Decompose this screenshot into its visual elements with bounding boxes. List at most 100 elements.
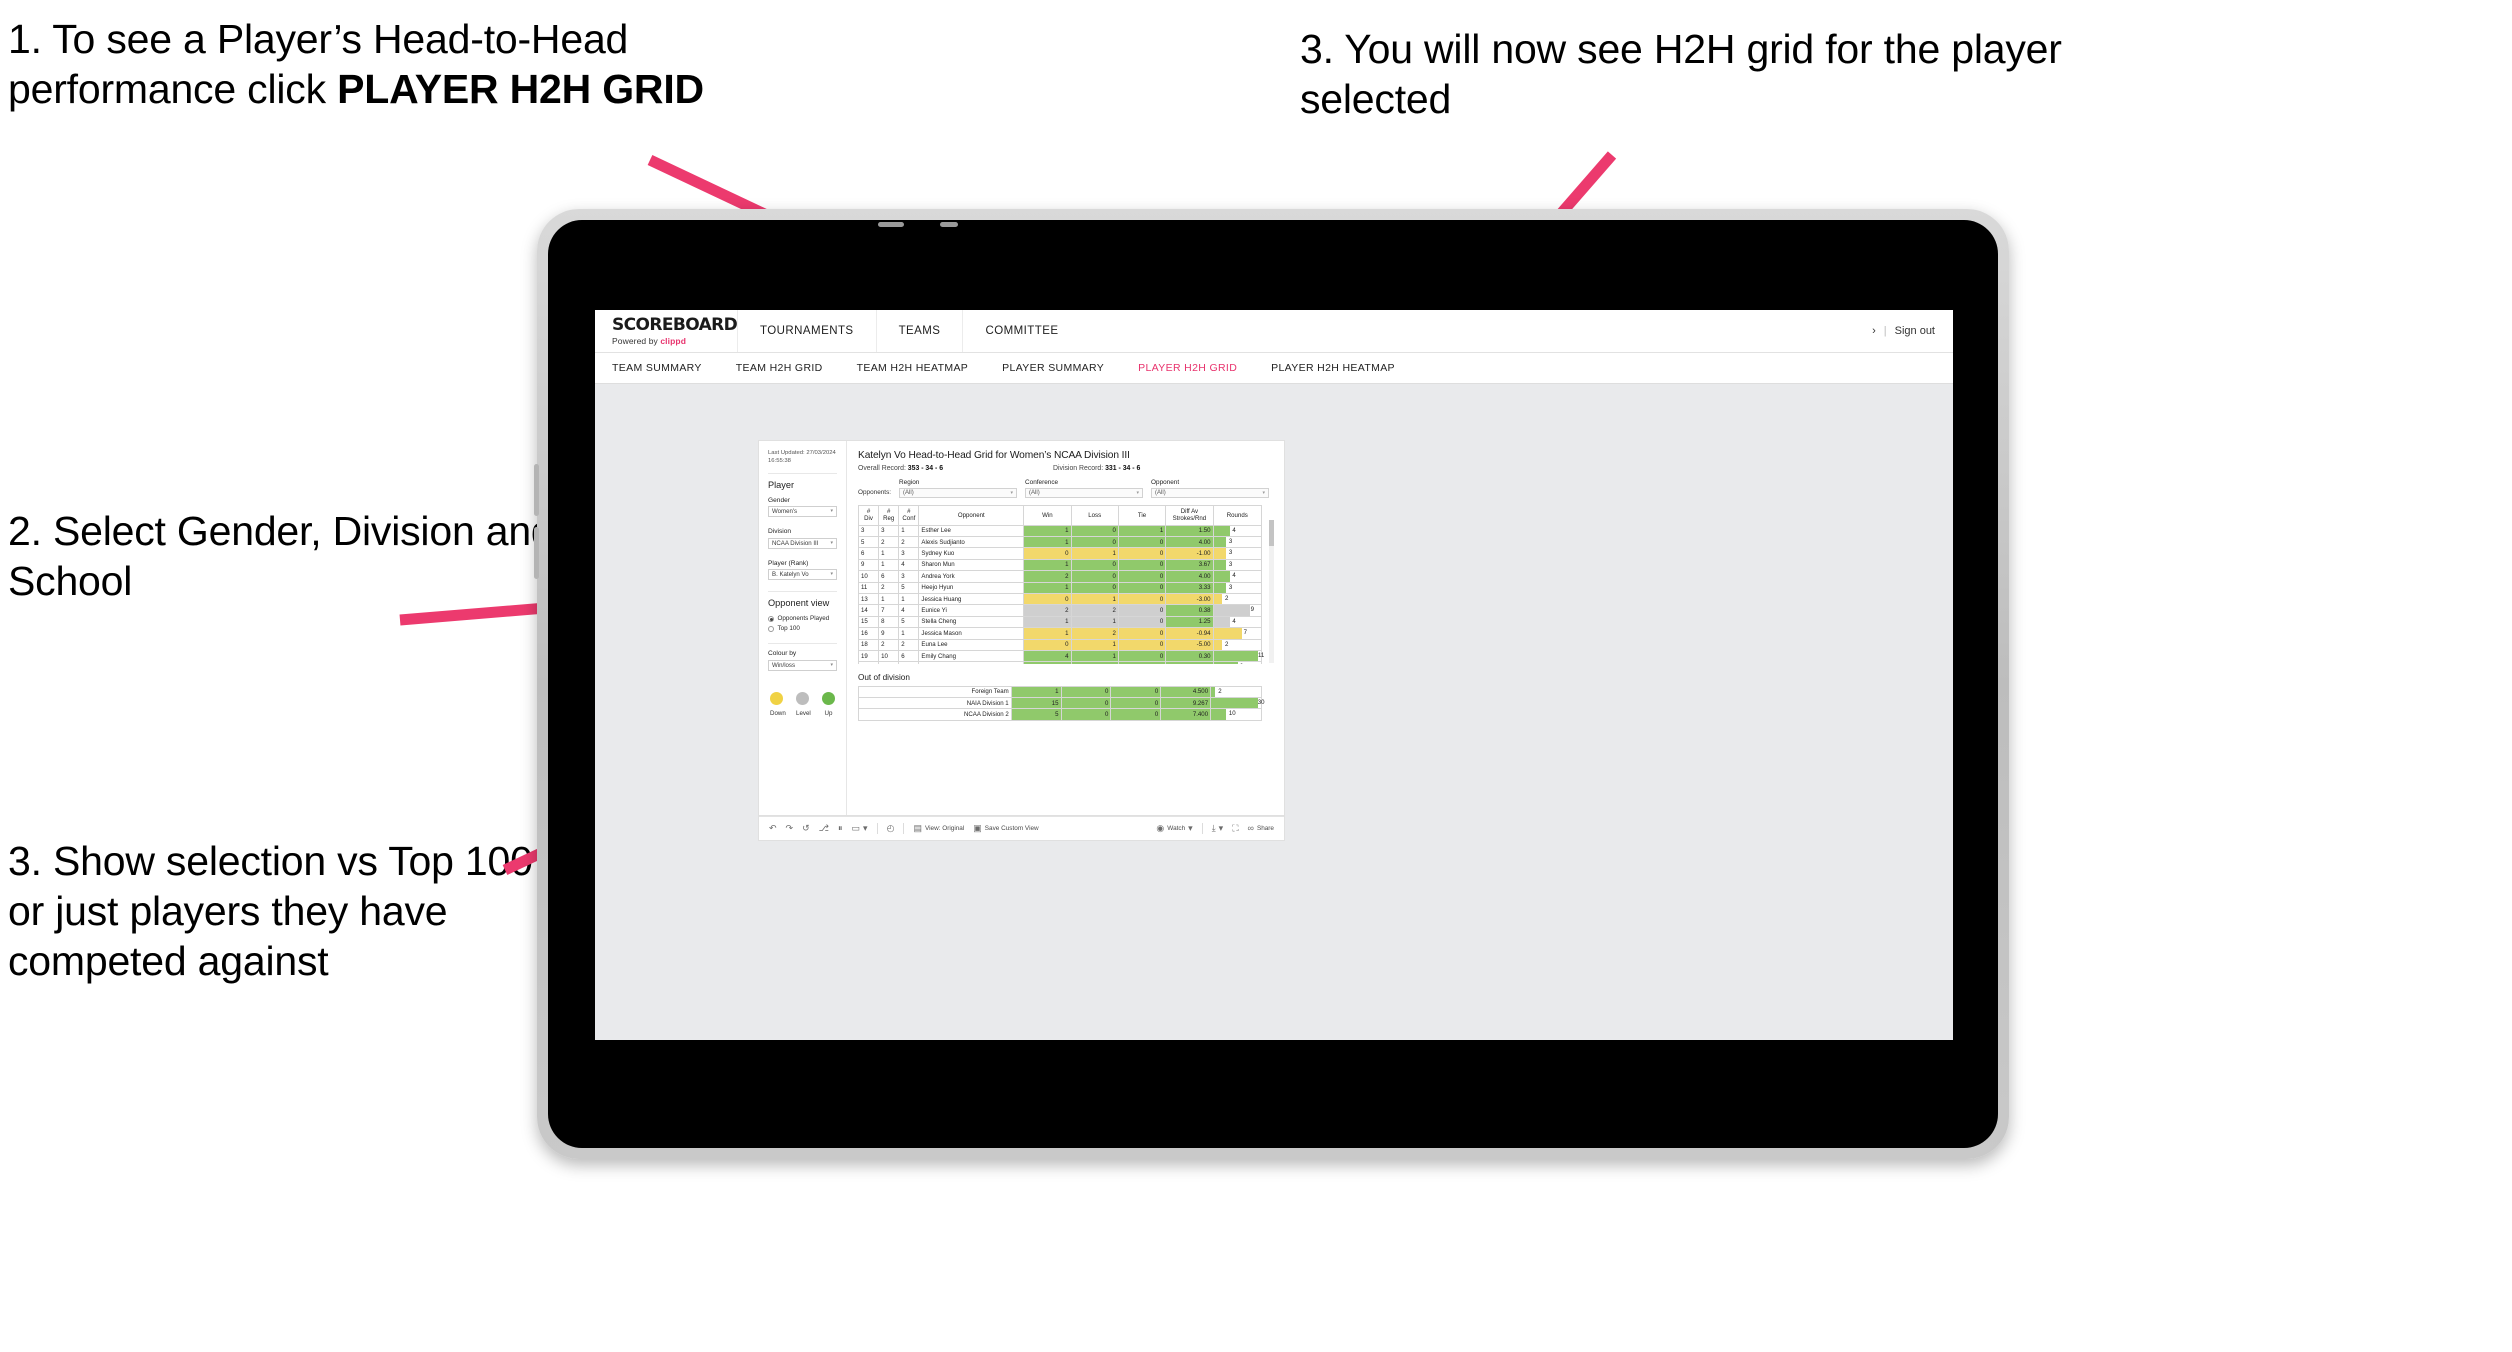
chevron-right-icon[interactable]: › (1872, 325, 1876, 337)
clock-icon[interactable]: ◴ (887, 824, 895, 833)
cell-conf: 1 (898, 592, 920, 606)
cell-conf: 5 (898, 581, 920, 594)
col-rounds[interactable]: Rounds (1212, 504, 1263, 526)
tab-player-summary[interactable]: PLAYER SUMMARY (1002, 362, 1121, 374)
cell-conf: 4 (898, 604, 920, 617)
pause-icon[interactable]: ⏸ (838, 824, 843, 833)
table-row[interactable]: 19 10 6 Emily Chang 4 1 0 0.30 11 (858, 649, 1264, 663)
cell-diff: 4.00 (1165, 570, 1214, 583)
rounds-bar (1213, 605, 1250, 616)
cell-conf: 1 (898, 627, 920, 640)
view-original-button[interactable]: ▤ View: Original (913, 824, 964, 833)
table-row[interactable]: 16 9 1 Jessica Mason 1 2 0 -0.94 7 (858, 627, 1263, 640)
tab-team-h2h-grid[interactable]: TEAM H2H GRID (736, 362, 840, 374)
table-row[interactable]: 10 6 3 Andrea York 2 0 0 4.00 4 (858, 570, 1263, 583)
nav-item-teams[interactable]: TEAMS (875, 310, 963, 352)
cell-win: 5 (1010, 708, 1062, 721)
revert-icon[interactable]: ↺ (802, 824, 810, 833)
cell-opponent: Andrea York (918, 570, 1025, 583)
rounds-bar (1213, 559, 1226, 571)
table-row[interactable]: 6 1 3 Sydney Kuo 0 1 0 -1.00 3 (858, 547, 1263, 560)
select-player[interactable]: B. Katelyn Vo ▾ (768, 569, 837, 581)
rounds-bar (1213, 628, 1243, 639)
share-button[interactable]: ∞ Share (1248, 824, 1274, 833)
cell-opponent: Emily Chang (918, 649, 1025, 663)
col-diff[interactable]: Diff Av Strokes/Rnd (1165, 504, 1214, 526)
download-button[interactable]: ⤓ ▾ (1212, 824, 1224, 833)
cell-diff: 1.25 (1165, 615, 1214, 629)
nav-item-committee[interactable]: COMMITTEE (962, 310, 1080, 352)
col-loss[interactable]: Loss (1070, 504, 1119, 526)
cell-div: 18 (858, 638, 880, 651)
rounds-bar (1213, 662, 1238, 664)
col-div[interactable]: # Div (858, 504, 880, 526)
save-custom-view-button[interactable]: ▣ Save Custom View (973, 824, 1038, 833)
radio-opponents-played[interactable]: Opponents Played (768, 615, 837, 622)
h2h-table: # Div # Reg # Conf Opponent Win Loss Tie… (858, 504, 1264, 664)
filter-conference-select[interactable]: (All) ▾ (1025, 487, 1144, 498)
table-row[interactable]: 5 2 2 Alexis Sudjianto 1 0 0 4.00 3 (858, 535, 1263, 549)
out-of-division-row[interactable]: NAIA Division 1 15 0 0 9.267 30 (858, 696, 1265, 710)
rounds-bar (1213, 616, 1230, 628)
out-of-division-row[interactable]: NCAA Division 2 5 0 0 7.400 10 (858, 708, 1262, 721)
col-win[interactable]: Win (1023, 504, 1072, 526)
cell-loss: 1 (1070, 547, 1119, 560)
filter-region-select[interactable]: (All) ▾ (899, 487, 1018, 498)
col-reg[interactable]: # Reg (878, 504, 900, 526)
device-layout-dropdown[interactable]: ▭ ▾ (852, 824, 868, 833)
cell-conf: 2 (898, 638, 920, 651)
watch-label: Watch (1167, 825, 1186, 832)
out-of-division-row[interactable]: Foreign Team 1 0 0 4.500 2 (858, 685, 1262, 698)
browser-page: SCOREBOARD Powered by clippd TOURNAMENTS… (595, 310, 1953, 1040)
undo-icon[interactable]: ↶ (769, 824, 777, 833)
redo-icon[interactable]: ↷ (786, 824, 794, 833)
table-row[interactable]: 14 7 4 Eunice Yi 2 2 0 0.38 9 (858, 604, 1263, 617)
refresh-icon[interactable]: ⎇ (819, 824, 829, 833)
col-conf[interactable]: # Conf (898, 504, 920, 526)
fullscreen-icon[interactable]: ⛶ (1232, 824, 1238, 833)
col-rounds-label: Rounds (1226, 511, 1248, 519)
table-row[interactable]: 9 1 4 Sharon Mun 1 0 0 3.67 3 (858, 558, 1263, 572)
tab-team-summary[interactable]: TEAM SUMMARY (612, 362, 719, 374)
col-opponent[interactable]: Opponent (918, 504, 1025, 526)
table-row[interactable]: 15 8 5 Stella Cheng 1 1 0 1.25 4 (858, 615, 1263, 629)
rounds-value: 2 (1218, 687, 1222, 695)
select-division[interactable]: NCAA Division III ▾ (768, 537, 837, 549)
viz-main: Katelyn Vo Head-to-Head Grid for Women’s… (847, 441, 1284, 816)
table-row[interactable]: 3 3 1 Esther Lee 1 0 1 1.50 4 (858, 524, 1263, 537)
out-of-division-body: Foreign Team 1 0 0 4.500 2 NAIA Division 1 15 0 0… (858, 685, 1265, 721)
cell-rounds: 3 (1212, 535, 1263, 549)
radio-top-100[interactable]: Top 100 (768, 625, 837, 632)
cell-win: 1 (1023, 524, 1072, 537)
scoreboard-logo[interactable]: SCOREBOARD Powered by clippd (595, 316, 738, 346)
table-row[interactable]: 20117Federica Domecq Lacroze2101.336 (858, 661, 1263, 664)
cell-reg: 2 (878, 638, 900, 651)
legend-label-up: Up (824, 709, 833, 717)
select-gender[interactable]: Women's ▾ (768, 506, 837, 518)
save-custom-view-label: Save Custom View (984, 825, 1039, 832)
tab-team-h2h-heatmap[interactable]: TEAM H2H HEATMAP (857, 362, 986, 374)
sidebar-divider-2 (768, 591, 837, 593)
select-colour-by[interactable]: Win/loss ▾ (768, 659, 837, 671)
filter-region: Region (All) ▾ (899, 479, 1018, 498)
filter-opponent-select[interactable]: (All) ▾ (1151, 487, 1270, 498)
table-row[interactable]: 18 2 2 Euna Lee 0 1 0 -5.00 2 (858, 638, 1263, 651)
dashboard-canvas: Last Updated: 27/03/2024 16:55:38 Player… (595, 384, 1953, 1040)
rounds-bar (1213, 536, 1226, 548)
filter-conference: Conference (All) ▾ (1025, 479, 1144, 498)
cell-conf: 4 (898, 558, 920, 572)
tab-player-h2h-heatmap[interactable]: PLAYER H2H HEATMAP (1271, 362, 1412, 374)
sign-out-button[interactable]: Sign out (1895, 325, 1935, 337)
cell-win: 1 (1023, 627, 1072, 640)
table-row[interactable]: 13 1 1 Jessica Huang 0 1 0 -3.00 2 (858, 592, 1263, 606)
cell-reg: 10 (878, 649, 900, 663)
col-tie[interactable]: Tie (1117, 504, 1167, 526)
table-scrollbar-thumb[interactable] (1269, 519, 1274, 546)
table-row[interactable]: 11 2 5 Heejo Hyun 1 0 0 3.33 3 (858, 581, 1263, 594)
nav-item-tournaments[interactable]: TOURNAMENTS (737, 310, 876, 352)
cell-conf: 5 (898, 615, 920, 629)
watch-button[interactable]: ◉ Watch ▾ (1156, 824, 1192, 833)
rounds-bar (1213, 650, 1258, 662)
tab-player-h2h-grid[interactable]: PLAYER H2H GRID (1138, 362, 1254, 374)
cell-tie: 0 (1117, 649, 1167, 663)
